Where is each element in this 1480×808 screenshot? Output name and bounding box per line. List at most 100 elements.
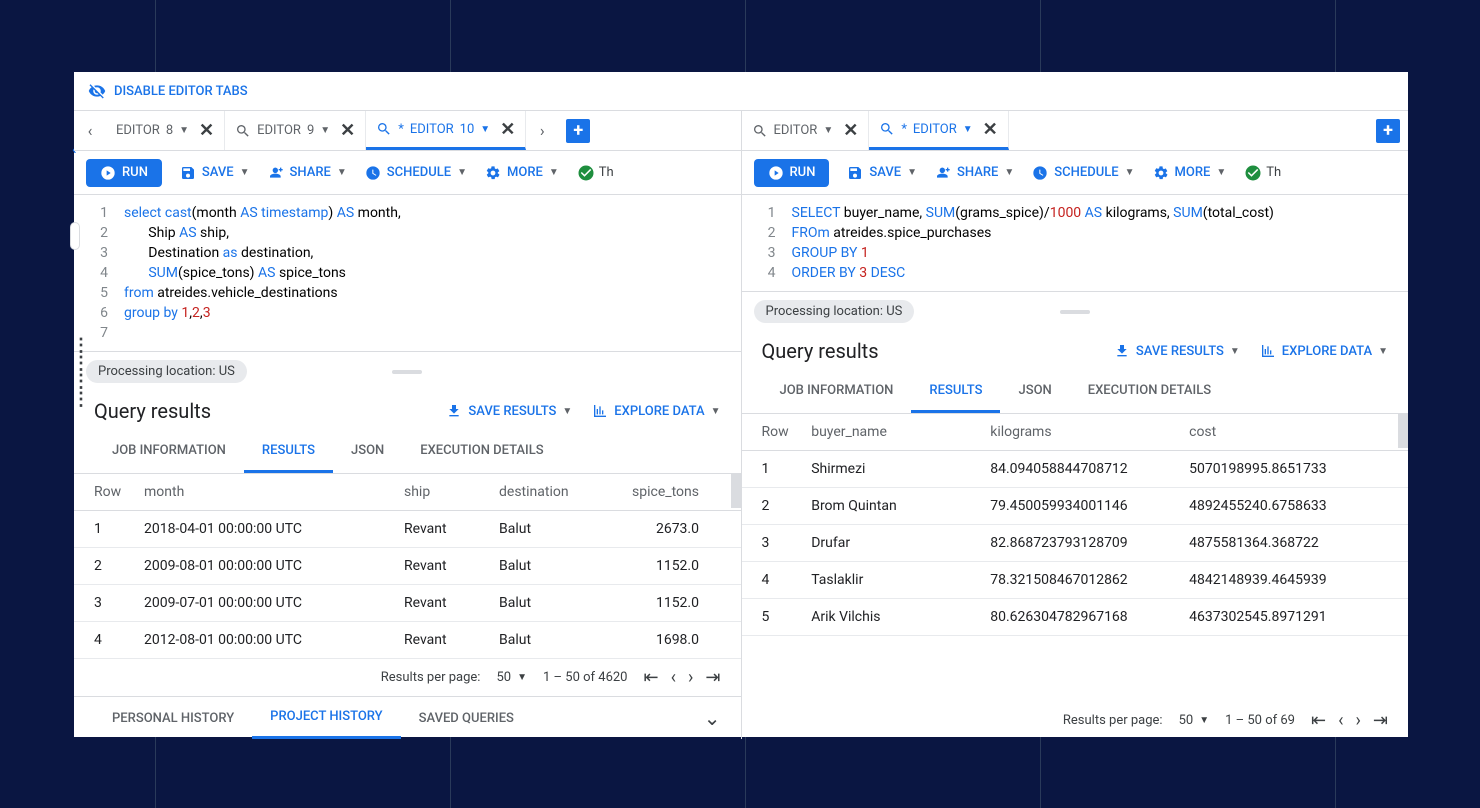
chevron-down-icon[interactable]: ▼ (179, 125, 189, 136)
explore-data-button[interactable]: EXPLORE DATA ▼ (1260, 343, 1388, 359)
tab-execution[interactable]: EXECUTION DETAILS (402, 431, 561, 473)
add-tab-button[interactable]: + (566, 119, 590, 143)
last-page-button[interactable]: ⇥ (1373, 710, 1388, 731)
table-row[interactable]: 22009-08-01 00:00:00 UTCRevantBalut1152.… (74, 548, 741, 585)
chevron-down-icon[interactable]: ▼ (963, 124, 973, 135)
result-tabs: JOB INFORMATION RESULTS JSON EXECUTION D… (742, 371, 1409, 414)
more-button[interactable]: MORE ▼ (1153, 165, 1227, 181)
chevron-down-icon: ▼ (1004, 167, 1014, 178)
tab-editor-10[interactable]: * EDITOR 10 ▼ ✕ (366, 111, 526, 150)
close-icon[interactable]: ✕ (843, 120, 858, 141)
table-row[interactable]: 3Drufar82.8687237931287094875581364.3687… (742, 525, 1409, 562)
tab-json[interactable]: JSON (1000, 371, 1069, 413)
save-button[interactable]: SAVE ▼ (847, 165, 917, 181)
results-table: Row month ship destination spice_tons 12… (74, 474, 741, 659)
magnify-icon (752, 123, 768, 139)
save-button[interactable]: SAVE ▼ (180, 165, 250, 181)
tab-project-history[interactable]: PROJECT HISTORY (252, 697, 400, 739)
run-button[interactable]: RUN (86, 159, 162, 187)
editor-tab-bar: ‹ EDITOR 8 ▼ ✕ EDITOR 9 ▼ ✕ * EDI (74, 111, 741, 151)
chevron-down-icon: ▼ (337, 167, 347, 178)
table-row[interactable]: 12018-04-01 00:00:00 UTCRevantBalut2673.… (74, 511, 741, 548)
tab-saved-queries[interactable]: SAVED QUERIES (401, 699, 532, 738)
disable-editor-tabs-button[interactable]: DISABLE EDITOR TABS (74, 72, 1408, 110)
chevron-down-icon[interactable]: ▼ (320, 125, 330, 136)
chart-icon (1260, 343, 1276, 359)
expand-button[interactable]: ⌄ (704, 706, 721, 730)
first-page-button[interactable]: ⇤ (644, 667, 659, 688)
run-button[interactable]: RUN (754, 159, 830, 187)
first-page-button[interactable]: ⇤ (1311, 710, 1326, 731)
prev-page-button[interactable]: ‹ (1338, 710, 1343, 731)
tab-json[interactable]: JSON (333, 431, 402, 473)
scrollbar[interactable] (731, 474, 741, 508)
table-row[interactable]: 2Brom Quintan79.450059934001146489245524… (742, 488, 1409, 525)
table-row[interactable]: 32009-07-01 00:00:00 UTCRevantBalut1152.… (74, 585, 741, 622)
tab-editor-8[interactable]: EDITOR 8 ▼ ✕ (106, 111, 225, 150)
chevron-down-icon: ▼ (907, 167, 917, 178)
table-header: Row buyer_name kilograms cost (742, 414, 1409, 451)
results-title: Query results (762, 339, 879, 363)
chevron-down-icon[interactable]: ▼ (480, 124, 490, 135)
play-icon (100, 165, 116, 181)
tab-editor[interactable]: EDITOR ▼ ✕ (742, 111, 870, 150)
table-header: Row month ship destination spice_tons (74, 474, 741, 511)
bigquery-panel: DISABLE EDITOR TABS ‹ ⋮ ⋮ ⋮ ⋮ ‹ EDITOR 8… (74, 72, 1408, 737)
explore-data-button[interactable]: EXPLORE DATA ▼ (592, 403, 720, 419)
tab-scroll-right-button[interactable]: › (526, 111, 558, 150)
more-vertical-icon[interactable]: ⋮ (72, 340, 90, 352)
close-icon[interactable]: ✕ (340, 120, 355, 141)
save-results-button[interactable]: SAVE RESULTS ▼ (446, 403, 572, 419)
check-circle-icon (1244, 164, 1262, 182)
table-row[interactable]: 1Shirmezi84.0940588447087125070198995.86… (742, 451, 1409, 488)
share-button[interactable]: SHARE ▼ (935, 165, 1014, 181)
schedule-icon (1032, 165, 1048, 181)
sql-editor[interactable]: 1234567 select cast(month AS timestamp) … (74, 195, 741, 352)
bottom-tabs: PERSONAL HISTORY PROJECT HISTORY SAVED Q… (74, 696, 741, 739)
tab-personal-history[interactable]: PERSONAL HISTORY (94, 699, 252, 738)
query-status: Th (577, 164, 614, 182)
close-icon[interactable]: ✕ (199, 120, 214, 141)
table-row[interactable]: 5Arik Vilchis80.626304782967168463730254… (742, 599, 1409, 636)
next-page-button[interactable]: › (688, 667, 693, 688)
magnify-icon (235, 123, 251, 139)
close-icon[interactable]: ✕ (983, 119, 998, 140)
schedule-button[interactable]: SCHEDULE ▼ (1032, 165, 1134, 181)
close-icon[interactable]: ✕ (500, 119, 515, 140)
chart-icon (592, 403, 608, 419)
scrollbar[interactable] (1398, 414, 1408, 448)
per-page-select[interactable]: 50 ▼ (1179, 713, 1210, 728)
check-circle-icon (577, 164, 595, 182)
resize-handle[interactable] (392, 370, 422, 374)
more-button[interactable]: MORE ▼ (485, 165, 559, 181)
tab-job-info[interactable]: JOB INFORMATION (762, 371, 912, 413)
download-icon (1114, 343, 1130, 359)
resize-handle[interactable] (1060, 310, 1090, 314)
query-status: Th (1244, 164, 1281, 182)
chevron-down-icon[interactable]: ▼ (823, 125, 833, 136)
last-page-button[interactable]: ⇥ (705, 667, 720, 688)
next-page-button[interactable]: › (1356, 710, 1361, 731)
sql-editor[interactable]: 1234 SELECT buyer_name, SUM(grams_spice)… (742, 195, 1409, 292)
eye-off-icon (88, 82, 106, 100)
per-page-select[interactable]: 50 ▼ (496, 670, 527, 685)
prev-page-button[interactable]: ‹ (671, 667, 676, 688)
tab-results[interactable]: RESULTS (244, 431, 333, 473)
tab-editor-9[interactable]: EDITOR 9 ▼ ✕ (225, 111, 366, 150)
more-vertical-icon[interactable]: ⋮ (72, 394, 90, 406)
schedule-icon (365, 165, 381, 181)
share-button[interactable]: SHARE ▼ (268, 165, 347, 181)
table-row[interactable]: 42012-08-01 00:00:00 UTCRevantBalut1698.… (74, 622, 741, 659)
tab-execution[interactable]: EXECUTION DETAILS (1070, 371, 1229, 413)
chevron-down-icon: ▼ (240, 167, 250, 178)
tab-editor-unsaved[interactable]: * EDITOR ▼ ✕ (869, 111, 1008, 150)
schedule-button[interactable]: SCHEDULE ▼ (365, 165, 467, 181)
tab-results[interactable]: RESULTS (911, 371, 1000, 413)
save-results-button[interactable]: SAVE RESULTS ▼ (1114, 343, 1240, 359)
tab-scroll-left-button[interactable]: ‹ (74, 111, 106, 150)
chevron-down-icon: ▼ (457, 167, 467, 178)
sidebar-handle[interactable] (70, 222, 80, 250)
tab-job-info[interactable]: JOB INFORMATION (94, 431, 244, 473)
table-row[interactable]: 4Taslaklir78.3215084670128624842148939.4… (742, 562, 1409, 599)
add-tab-button[interactable]: + (1376, 119, 1400, 143)
